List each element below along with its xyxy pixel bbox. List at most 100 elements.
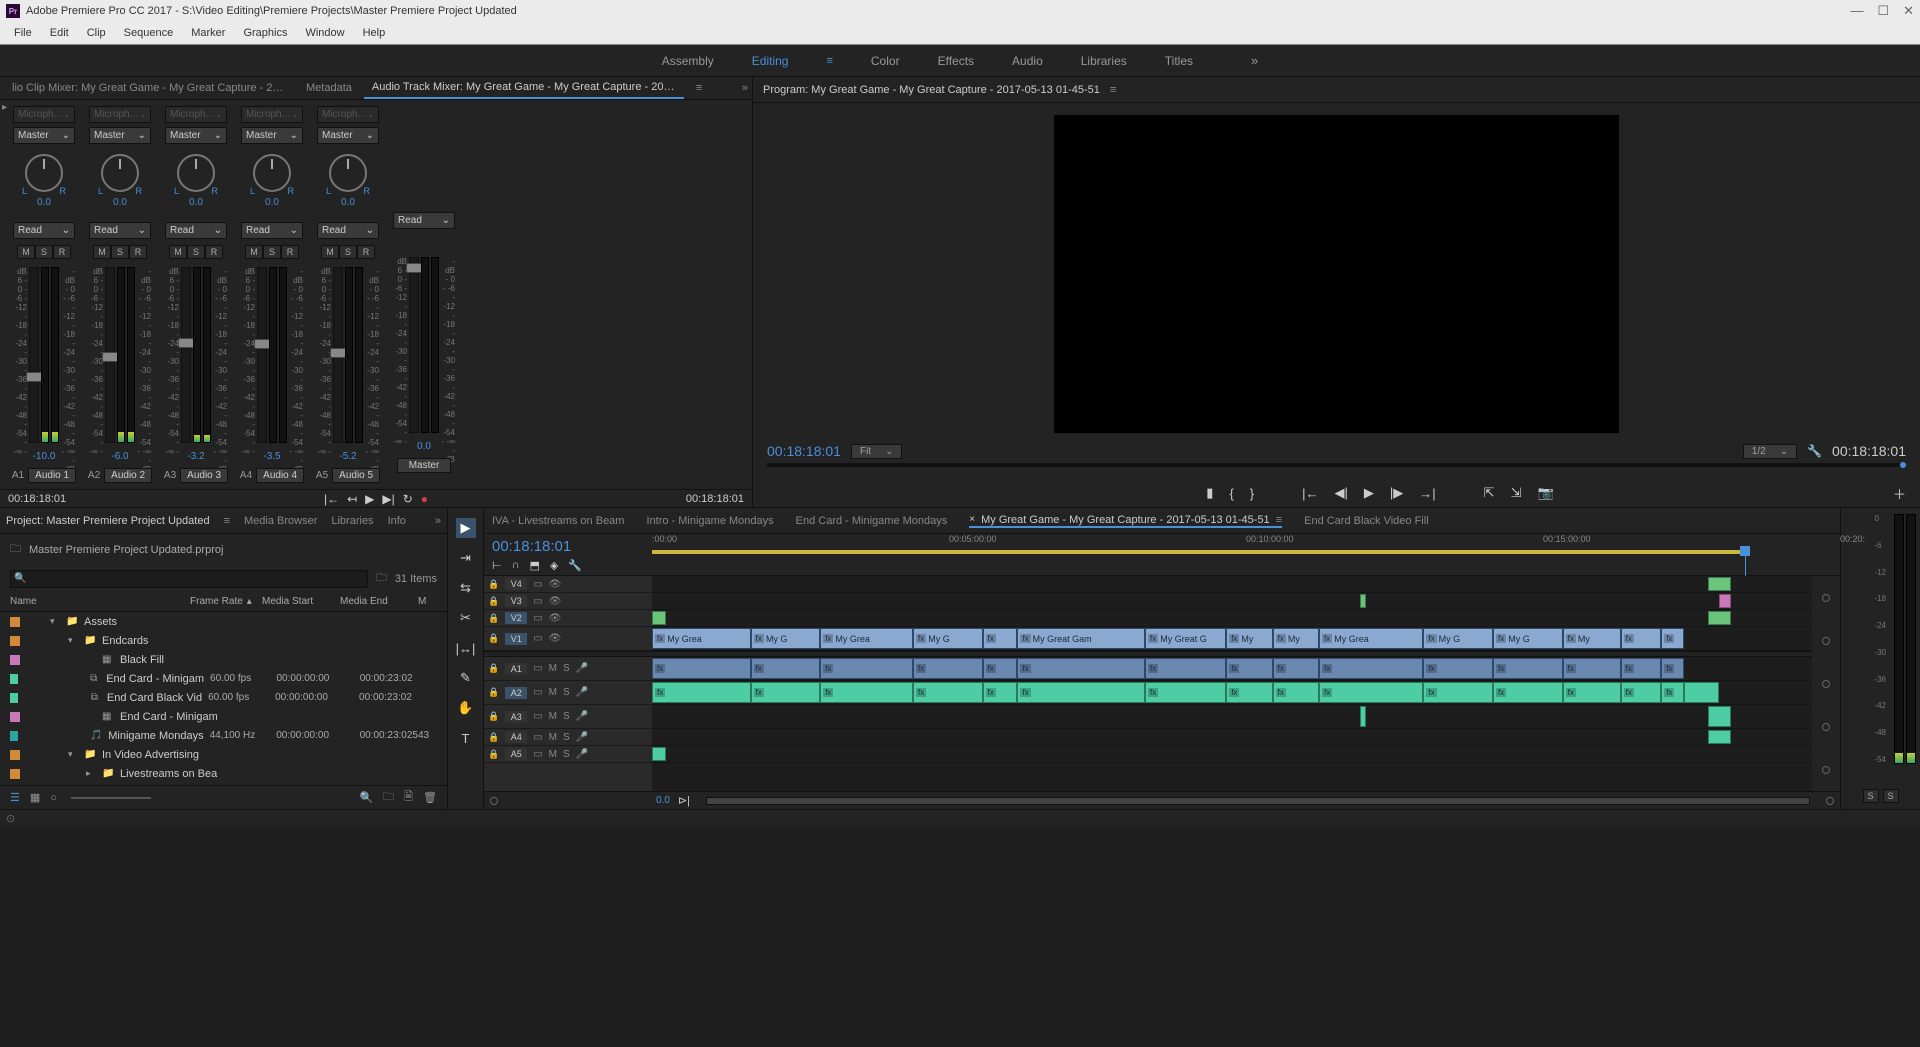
- clip[interactable]: fx: [1145, 682, 1226, 703]
- automation-mode-dropdown[interactable]: Read⌄: [13, 222, 75, 239]
- list-view-icon[interactable]: ☰: [10, 791, 20, 804]
- proj-overflow-icon[interactable]: »: [435, 515, 441, 527]
- channel-name[interactable]: Audio 5: [332, 468, 380, 483]
- workspace-titles[interactable]: Titles: [1165, 54, 1193, 68]
- channel-output-dropdown[interactable]: Master⌄: [241, 127, 303, 144]
- ripple-edit-tool-icon[interactable]: ⇆: [456, 578, 476, 598]
- pan-value[interactable]: 0.0: [341, 197, 355, 208]
- tab-project-menu-icon[interactable]: ≡: [224, 515, 230, 527]
- ripple-toggle-icon[interactable]: ⊳|: [678, 794, 690, 807]
- workspace-editing[interactable]: Editing: [752, 54, 789, 68]
- track-options-icon[interactable]: [1822, 766, 1830, 774]
- program-timecode-left[interactable]: 00:18:18:01: [767, 443, 841, 459]
- channel-input-dropdown[interactable]: Microph...⌄: [13, 106, 75, 123]
- pan-knob[interactable]: [101, 154, 139, 192]
- mixer-expand-toggle[interactable]: ▸: [2, 102, 7, 113]
- clip[interactable]: fx: [1145, 658, 1226, 679]
- step-back-icon[interactable]: ◀|: [1335, 485, 1348, 501]
- clip[interactable]: fx: [913, 658, 983, 679]
- tab-project[interactable]: Project: Master Premiere Project Updated: [6, 515, 210, 527]
- clip[interactable]: fx: [1661, 682, 1684, 703]
- solo-button[interactable]: S: [563, 711, 570, 722]
- tl-footer-option-icon[interactable]: [490, 797, 498, 805]
- toggle-sync-icon[interactable]: ▭: [533, 579, 542, 590]
- track-options-icon[interactable]: [1822, 723, 1830, 731]
- tab-libraries[interactable]: Libraries: [331, 515, 373, 527]
- audio-track-header[interactable]: 🔒A3▭MS🎤: [484, 705, 652, 729]
- project-item[interactable]: ▦End Card - Minigam: [0, 707, 447, 726]
- channel-name[interactable]: Audio 4: [256, 468, 304, 483]
- track-lane-a1[interactable]: fxfxfxfxfxfxfxfxfxfxfxfxfxfxfx: [652, 657, 1812, 681]
- tab-metadata[interactable]: Metadata: [298, 78, 360, 98]
- mute-button[interactable]: M: [549, 732, 557, 743]
- clip[interactable]: fx: [820, 658, 913, 679]
- program-tab[interactable]: Program: My Great Game - My Great Captur…: [763, 84, 1100, 96]
- mute-button[interactable]: M: [17, 245, 35, 259]
- pan-value[interactable]: 0.0: [113, 197, 127, 208]
- new-bin-icon[interactable]: 🗀: [383, 788, 394, 807]
- timeline-ruler[interactable]: :00:0000:05:00:0000:10:00:0000:15:00:000…: [652, 534, 1840, 550]
- add-button-icon[interactable]: ＋: [1893, 484, 1906, 503]
- timeline-timecode[interactable]: 00:18:18:01: [492, 538, 644, 555]
- toggle-sync-icon[interactable]: ▭: [533, 663, 542, 674]
- slip-tool-icon[interactable]: |↔|: [456, 638, 476, 658]
- label-swatch[interactable]: [10, 712, 20, 722]
- add-marker-icon[interactable]: ⬒: [530, 559, 540, 572]
- close-button[interactable]: ✕: [1903, 3, 1914, 19]
- track-lane-a4[interactable]: [652, 729, 1812, 746]
- volume-fader[interactable]: [29, 267, 39, 443]
- track-name[interactable]: V1: [505, 633, 527, 645]
- volume-fader[interactable]: [409, 257, 419, 433]
- freeform-view-icon[interactable]: ○: [50, 792, 57, 804]
- track-name[interactable]: A1: [505, 663, 527, 675]
- icon-view-icon[interactable]: ▦: [30, 791, 40, 804]
- toggle-output-icon[interactable]: 👁: [549, 579, 562, 590]
- disclosure-icon[interactable]: ▾: [68, 635, 78, 646]
- delete-icon[interactable]: 🗑: [423, 791, 437, 804]
- lock-icon[interactable]: 🔒: [488, 633, 499, 644]
- clip[interactable]: [1708, 577, 1731, 591]
- lift-icon[interactable]: ⇱: [1484, 485, 1495, 501]
- tab-menu-icon[interactable]: ≡: [1276, 514, 1282, 526]
- mute-button[interactable]: M: [93, 245, 111, 259]
- channel-input-dropdown[interactable]: Microph...⌄: [317, 106, 379, 123]
- toggle-sync-icon[interactable]: ▭: [533, 749, 542, 760]
- record-enable-button[interactable]: R: [357, 245, 375, 259]
- volume-fader[interactable]: [105, 267, 115, 443]
- close-tab-icon[interactable]: ×: [969, 514, 975, 525]
- track-name[interactable]: A5: [505, 748, 527, 760]
- pan-value[interactable]: 0.0: [189, 197, 203, 208]
- clip[interactable]: fx: [1563, 682, 1621, 703]
- tl-footer-option-icon[interactable]: [1826, 797, 1834, 805]
- label-swatch[interactable]: [10, 655, 20, 665]
- panel-menu-icon[interactable]: ≡: [696, 82, 702, 94]
- label-swatch[interactable]: [10, 674, 18, 684]
- pan-value[interactable]: 0.0: [265, 197, 279, 208]
- export-frame-icon[interactable]: 📷: [1537, 485, 1553, 501]
- timeline-marker-icon[interactable]: ◈: [550, 559, 558, 572]
- toggle-sync-icon[interactable]: ▭: [533, 613, 542, 624]
- clip[interactable]: fx: [751, 658, 821, 679]
- clip[interactable]: [1360, 594, 1366, 608]
- solo-button[interactable]: S: [563, 749, 570, 760]
- clip[interactable]: fxMy Great G: [1145, 628, 1226, 649]
- disclosure-icon[interactable]: ▾: [50, 616, 60, 627]
- label-swatch[interactable]: [10, 693, 18, 703]
- lock-icon[interactable]: 🔒: [488, 663, 499, 674]
- col-frame-rate[interactable]: Frame Rate▴: [190, 596, 262, 607]
- clip[interactable]: fxMy G: [1493, 628, 1563, 649]
- clip[interactable]: fx: [1423, 658, 1493, 679]
- record-enable-button[interactable]: R: [281, 245, 299, 259]
- go-to-in-icon[interactable]: |←: [324, 492, 339, 506]
- workspace-libraries[interactable]: Libraries: [1081, 54, 1127, 68]
- timeline-h-scrollbar[interactable]: [706, 797, 1810, 805]
- clip[interactable]: fxMy Great Gam: [1017, 628, 1145, 649]
- disclosure-icon[interactable]: ▾: [68, 749, 78, 760]
- col-media-end[interactable]: Media End: [340, 596, 418, 607]
- automation-mode-dropdown[interactable]: Read⌄: [89, 222, 151, 239]
- video-track-header[interactable]: 🔒V1▭👁: [484, 627, 652, 651]
- clip[interactable]: fxMy Grea: [1319, 628, 1423, 649]
- project-item[interactable]: ▾📁Assets: [0, 612, 447, 631]
- clip[interactable]: fxMy G: [1423, 628, 1493, 649]
- lock-icon[interactable]: 🔒: [488, 596, 499, 607]
